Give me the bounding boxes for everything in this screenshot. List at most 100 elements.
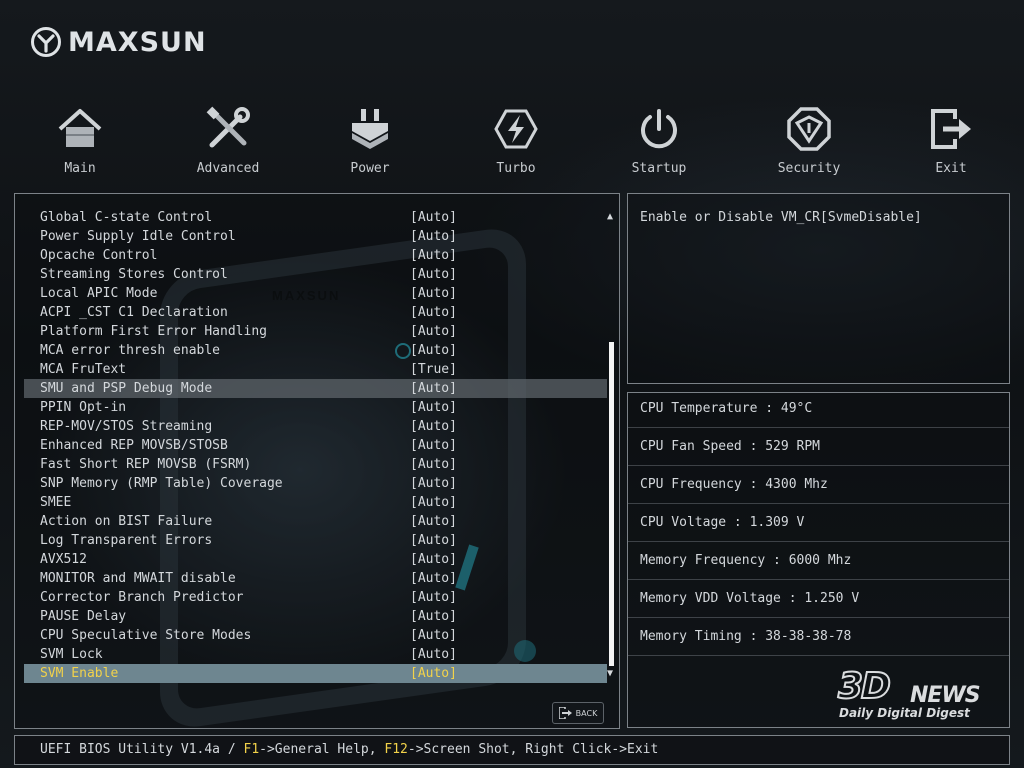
scroll-down-icon[interactable]: ▼: [607, 669, 613, 679]
setting-row[interactable]: REP-MOV/STOS Streaming [Auto]: [24, 417, 607, 436]
hardware-monitor-text: CPU Voltage : 1.309 V: [640, 515, 805, 530]
setting-label: Opcache Control: [40, 248, 158, 263]
hardware-monitor-text: Memory VDD Voltage : 1.250 V: [640, 591, 860, 606]
setting-value[interactable]: [Auto]: [410, 417, 457, 436]
setting-value[interactable]: [True]: [410, 360, 457, 379]
setting-value[interactable]: [Auto]: [410, 398, 457, 417]
setting-value[interactable]: [Auto]: [410, 246, 457, 265]
nav-turbo-label: Turbo: [496, 161, 536, 176]
nav-security[interactable]: Security: [749, 100, 869, 176]
nav-advanced[interactable]: Advanced: [168, 100, 288, 176]
setting-row[interactable]: MCA error thresh enable [Auto]: [24, 341, 607, 360]
nav-exit-label: Exit: [935, 161, 967, 176]
nav-startup[interactable]: Startup: [599, 100, 719, 176]
setting-label: CPU Speculative Store Modes: [40, 628, 252, 643]
setting-label: Global C-state Control: [40, 210, 213, 225]
top-nav: Main Advanced Power Turbo Startup Securi…: [0, 100, 1024, 184]
nav-turbo[interactable]: Turbo: [456, 100, 576, 176]
shield-icon: [787, 107, 831, 151]
hardware-monitor-row: CPU Fan Speed : 529 RPM: [628, 428, 1009, 466]
setting-row[interactable]: Corrector Branch Predictor [Auto]: [24, 588, 607, 607]
setting-label: Corrector Branch Predictor: [40, 590, 244, 605]
nav-power[interactable]: Power: [310, 100, 430, 176]
setting-value[interactable]: [Auto]: [410, 303, 457, 322]
footer-prefix: UEFI BIOS Utility V1.4a /: [40, 742, 244, 757]
setting-row[interactable]: SVM Enable [Auto]: [24, 664, 607, 683]
setting-row[interactable]: SVM Lock [Auto]: [24, 645, 607, 664]
setting-label: SMU and PSP Debug Mode: [40, 381, 213, 396]
setting-label: Log Transparent Errors: [40, 533, 213, 548]
hardware-monitor-text: CPU Frequency : 4300 Mhz: [640, 477, 828, 492]
setting-value[interactable]: [Auto]: [410, 588, 457, 607]
setting-value[interactable]: [Auto]: [410, 493, 457, 512]
setting-value[interactable]: [Auto]: [410, 512, 457, 531]
lightning-icon: [494, 109, 538, 149]
setting-value[interactable]: [Auto]: [410, 265, 457, 284]
setting-row[interactable]: Enhanced REP MOVSB/STOSB [Auto]: [24, 436, 607, 455]
setting-label: MCA error thresh enable: [40, 343, 221, 358]
setting-row[interactable]: SMU and PSP Debug Mode [Auto]: [24, 379, 607, 398]
setting-value[interactable]: [Auto]: [410, 645, 457, 664]
setting-value[interactable]: [Auto]: [410, 284, 457, 303]
setting-row[interactable]: Platform First Error Handling [Auto]: [24, 322, 607, 341]
setting-label: Power Supply Idle Control: [40, 229, 236, 244]
setting-row[interactable]: MCA FruText [True]: [24, 360, 607, 379]
hardware-monitor-text: CPU Fan Speed : 529 RPM: [640, 439, 821, 454]
setting-value[interactable]: [Auto]: [410, 550, 457, 569]
setting-value[interactable]: [Auto]: [410, 474, 457, 493]
setting-row[interactable]: ACPI _CST C1 Declaration [Auto]: [24, 303, 607, 322]
setting-value[interactable]: [Auto]: [410, 208, 457, 227]
setting-row[interactable]: Global C-state Control [Auto]: [24, 208, 607, 227]
footer-text-screenshot: ->Screen Shot, Right Click->Exit: [407, 742, 659, 757]
hardware-monitor-row: CPU Temperature : 49°C: [628, 390, 1009, 428]
setting-value[interactable]: [Auto]: [410, 436, 457, 455]
back-arrow-icon: [558, 707, 572, 719]
setting-row[interactable]: AVX512 [Auto]: [24, 550, 607, 569]
setting-row[interactable]: PPIN Opt-in [Auto]: [24, 398, 607, 417]
setting-label: SNP Memory (RMP Table) Coverage: [40, 476, 283, 491]
setting-value[interactable]: [Auto]: [410, 664, 457, 683]
setting-row[interactable]: Local APIC Mode [Auto]: [24, 284, 607, 303]
scroll-up-icon[interactable]: ▲: [607, 212, 613, 222]
nav-main[interactable]: Main: [20, 100, 140, 176]
setting-row[interactable]: MONITOR and MWAIT disable [Auto]: [24, 569, 607, 588]
footer-bar: UEFI BIOS Utility V1.4a / F1->General He…: [14, 735, 1010, 765]
setting-row[interactable]: Opcache Control [Auto]: [24, 246, 607, 265]
maxsun-logo-icon: [31, 27, 61, 57]
setting-row[interactable]: Fast Short REP MOVSB (FSRM) [Auto]: [24, 455, 607, 474]
scrollbar-thumb[interactable]: [609, 342, 614, 666]
brand-logo: MAXSUN: [30, 25, 207, 59]
setting-label: Local APIC Mode: [40, 286, 158, 301]
setting-row[interactable]: PAUSE Delay [Auto]: [24, 607, 607, 626]
setting-row[interactable]: Action on BIST Failure [Auto]: [24, 512, 607, 531]
footer-text-help: ->General Help,: [259, 742, 385, 757]
setting-value[interactable]: [Auto]: [410, 379, 457, 398]
nav-exit[interactable]: Exit: [891, 100, 1011, 176]
setting-value[interactable]: [Auto]: [410, 322, 457, 341]
setting-row[interactable]: CPU Speculative Store Modes [Auto]: [24, 626, 607, 645]
setting-value[interactable]: [Auto]: [410, 626, 457, 645]
setting-value[interactable]: [Auto]: [410, 455, 457, 474]
setting-value[interactable]: [Auto]: [410, 341, 457, 360]
tools-icon: [206, 106, 250, 148]
hardware-monitor-row: CPU Voltage : 1.309 V: [628, 504, 1009, 542]
setting-label: Platform First Error Handling: [40, 324, 267, 339]
setting-value[interactable]: [Auto]: [410, 227, 457, 246]
hardware-monitor-text: CPU Temperature : 49°C: [640, 401, 813, 416]
setting-row[interactable]: Streaming Stores Control [Auto]: [24, 265, 607, 284]
setting-row[interactable]: Power Supply Idle Control [Auto]: [24, 227, 607, 246]
setting-row[interactable]: SNP Memory (RMP Table) Coverage [Auto]: [24, 474, 607, 493]
setting-value[interactable]: [Auto]: [410, 607, 457, 626]
hardware-monitor-row: Memory Timing : 38-38-38-78: [628, 618, 1009, 656]
nav-advanced-label: Advanced: [196, 161, 260, 176]
3dnews-tagline: Daily Digital Digest: [839, 706, 970, 720]
setting-value[interactable]: [Auto]: [410, 531, 457, 550]
3dnews-watermark: 3D NEWS Daily Digital Digest: [837, 667, 998, 724]
back-button-label: BACK: [575, 708, 598, 718]
setting-row[interactable]: SMEE [Auto]: [24, 493, 607, 512]
setting-row[interactable]: Log Transparent Errors [Auto]: [24, 531, 607, 550]
back-button[interactable]: BACK: [552, 702, 604, 724]
footer-text: UEFI BIOS Utility V1.4a / F1->General He…: [40, 736, 658, 764]
setting-value[interactable]: [Auto]: [410, 569, 457, 588]
help-text: Enable or Disable VM_CR[SvmeDisable]: [640, 210, 922, 225]
